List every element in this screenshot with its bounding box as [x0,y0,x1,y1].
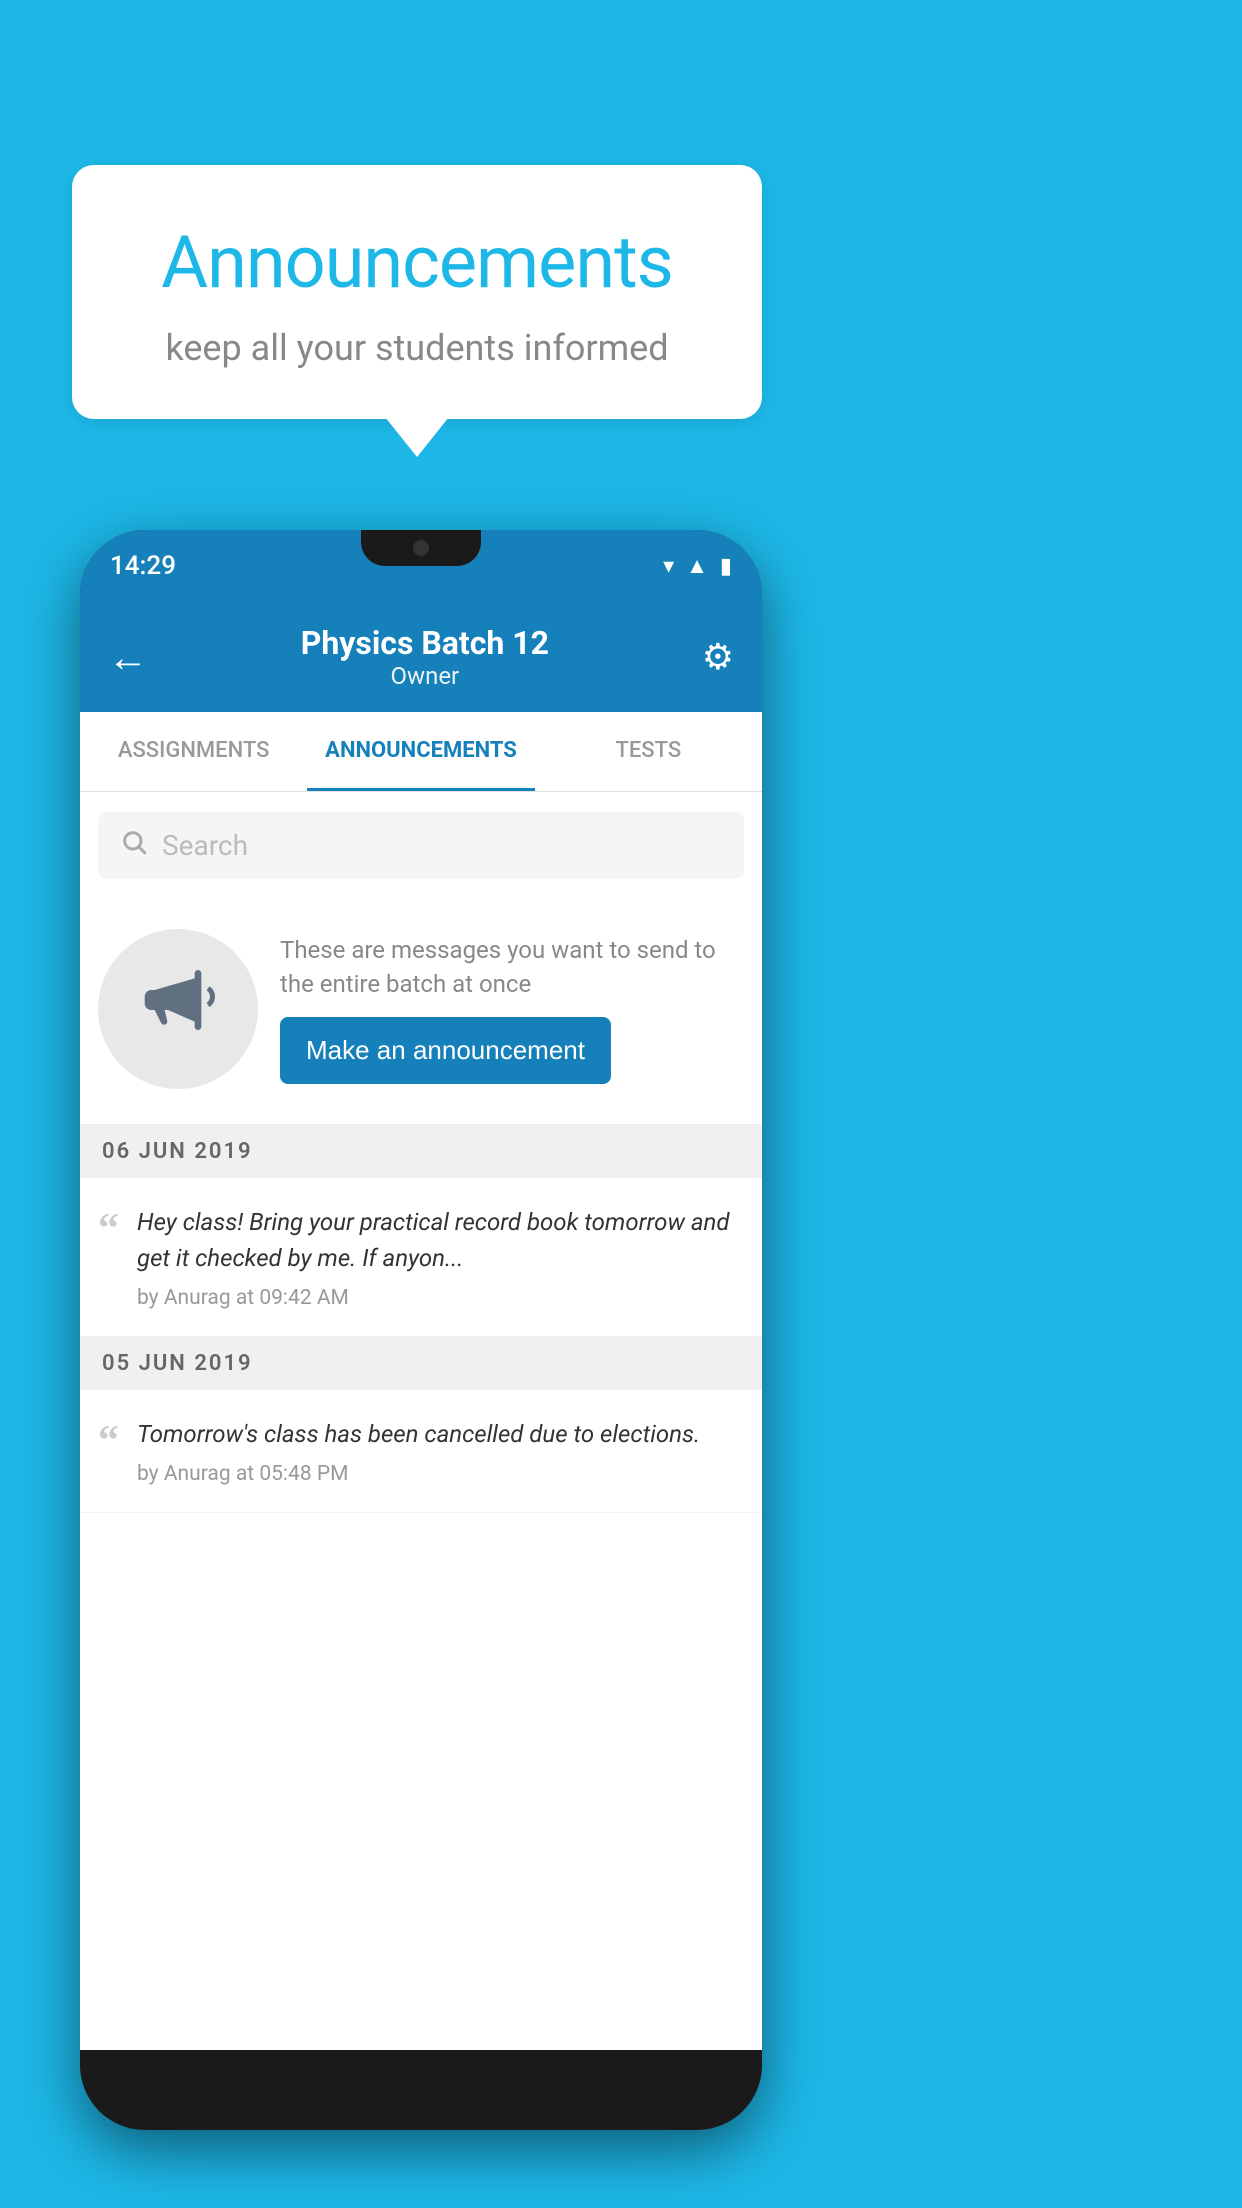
app-header: ← Physics Batch 12 Owner ⚙ [80,602,762,712]
announcement-item-2[interactable]: “ Tomorrow's class has been cancelled du… [80,1390,762,1513]
speech-bubble: Announcements keep all your students inf… [72,165,762,419]
signal-icon: ▲ [686,553,708,579]
wifi-icon: ▾ [663,554,674,579]
announcement-text-1: Hey class! Bring your practical record b… [137,1204,744,1276]
date-separator-1: 06 JUN 2019 [80,1125,762,1178]
announcement-text-2: Tomorrow's class has been cancelled due … [137,1416,744,1452]
tabs-bar: ASSIGNMENTS ANNOUNCEMENTS TESTS [80,712,762,792]
quote-icon-2: “ [98,1420,119,1462]
search-bar[interactable]: Search [98,812,744,879]
notch-camera [413,540,429,556]
announcement-meta-2: by Anurag at 05:48 PM [137,1462,744,1486]
status-icons: ▾ ▲ ▮ [663,553,732,579]
promo-section: These are messages you want to send to t… [80,899,762,1125]
gear-icon[interactable]: ⚙ [702,636,734,678]
megaphone-icon [138,960,218,1058]
battery-icon: ▮ [720,554,732,579]
phone-mockup: 14:29 ▾ ▲ ▮ ← Physics Batch 12 Owner ⚙ A… [80,530,762,2130]
header-title: Physics Batch 12 [301,624,549,662]
tab-tests[interactable]: TESTS [535,712,762,791]
tab-assignments[interactable]: ASSIGNMENTS [80,712,307,791]
announcement-meta-1: by Anurag at 09:42 AM [137,1286,744,1310]
header-subtitle: Owner [301,662,549,690]
announcement-content-1: Hey class! Bring your practical record b… [137,1204,744,1310]
status-time: 14:29 [110,551,176,581]
phone-screen: ASSIGNMENTS ANNOUNCEMENTS TESTS Search [80,712,762,2050]
announcement-content-2: Tomorrow's class has been cancelled due … [137,1416,744,1486]
promo-content: These are messages you want to send to t… [280,934,744,1084]
quote-icon-1: “ [98,1208,119,1250]
date-separator-2: 05 JUN 2019 [80,1337,762,1390]
header-center: Physics Batch 12 Owner [301,624,549,690]
make-announcement-button[interactable]: Make an announcement [280,1017,611,1084]
promo-icon-circle [98,929,258,1089]
announcement-item-1[interactable]: “ Hey class! Bring your practical record… [80,1178,762,1337]
bubble-title: Announcements [122,220,712,305]
promo-description: These are messages you want to send to t… [280,934,744,1001]
bubble-subtitle: keep all your students informed [122,327,712,369]
phone-notch [361,530,481,566]
tab-announcements[interactable]: ANNOUNCEMENTS [307,712,534,791]
back-button[interactable]: ← [108,634,148,681]
status-bar: 14:29 ▾ ▲ ▮ [80,530,762,602]
search-placeholder: Search [162,829,248,862]
search-icon [120,828,148,863]
